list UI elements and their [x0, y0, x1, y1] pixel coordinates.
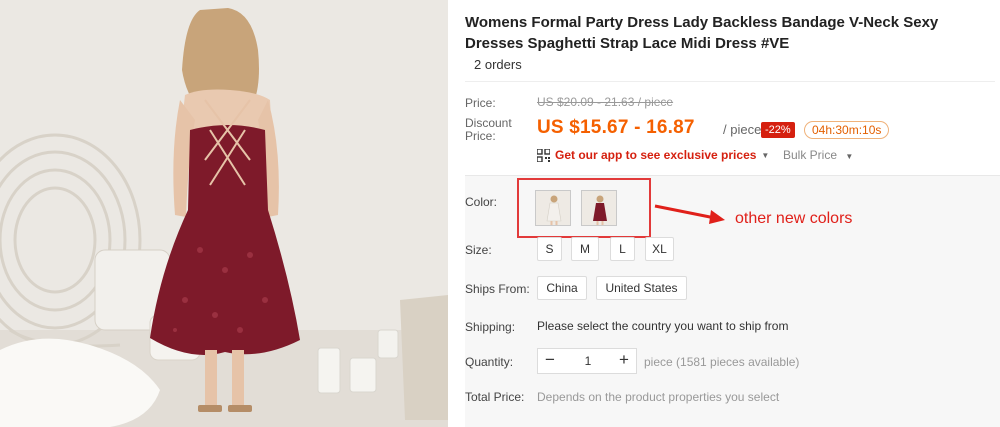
chevron-down-icon: ▼: [761, 150, 770, 160]
dress-thumbnail: [536, 191, 570, 225]
total-price-label: Total Price:: [465, 390, 525, 404]
quantity-label: Quantity:: [465, 355, 514, 369]
countdown-timer: 04h:30m:10s: [804, 121, 890, 139]
divider: [465, 81, 995, 82]
dress-thumbnail: [582, 191, 616, 225]
product-photo-illustration: [0, 0, 448, 427]
size-option-l[interactable]: L: [610, 237, 635, 261]
ships-from-china[interactable]: China: [537, 276, 587, 300]
quantity-stepper: − +: [537, 348, 637, 374]
original-price: US $20.09 - 21.63 / piece: [537, 95, 674, 109]
orders-count: 2 orders: [474, 57, 522, 72]
quantity-increase-button[interactable]: +: [612, 349, 636, 373]
ships-from-united-states[interactable]: United States: [596, 276, 687, 300]
app-promo-text: Get our app to see exclusive prices: [555, 148, 757, 162]
qr-code-icon: [537, 148, 550, 162]
annotation-arrow-icon: [654, 204, 725, 224]
color-label: Color:: [465, 195, 498, 209]
discount-price-label: Discount Price:: [465, 116, 512, 143]
total-price-text: Depends on the product properties you se…: [537, 390, 780, 404]
product-detail-panel: Womens Formal Party Dress Lady Backless …: [465, 0, 1000, 427]
app-promo-link[interactable]: Get our app to see exclusive prices ▼: [537, 146, 769, 164]
quantity-available: piece (1581 pieces available): [644, 355, 800, 369]
price-unit: / piece: [723, 122, 762, 137]
size-option-xl[interactable]: XL: [645, 237, 674, 261]
discount-price: US $15.67 - 16.87: [537, 117, 695, 138]
product-title: Womens Formal Party Dress Lady Backless …: [465, 14, 939, 52]
shipping-text: Please select the country you want to sh…: [537, 319, 789, 333]
color-swatch-burgundy[interactable]: [581, 190, 617, 226]
shipping-label: Shipping:: [465, 320, 516, 334]
size-label: Size:: [465, 243, 492, 257]
bulk-price-label: Bulk Price: [783, 148, 838, 162]
ships-from-label: Ships From:: [465, 282, 530, 296]
quantity-decrease-button[interactable]: −: [538, 349, 562, 373]
size-option-m[interactable]: M: [571, 237, 599, 261]
color-highlight-box: [517, 178, 651, 238]
color-swatch-white[interactable]: [535, 190, 571, 226]
chevron-down-icon: ▼: [845, 152, 854, 161]
annotation-text: other new colors: [735, 210, 853, 227]
bulk-price-dropdown[interactable]: Bulk Price ▼: [783, 148, 853, 162]
quantity-input[interactable]: [566, 349, 610, 373]
price-label: Price:: [465, 96, 496, 110]
sku-options: Color: other new colors Size: S M L XL S…: [465, 175, 1000, 427]
discount-badge: -22%: [761, 122, 795, 138]
product-image[interactable]: [0, 0, 448, 427]
size-option-s[interactable]: S: [537, 237, 562, 261]
